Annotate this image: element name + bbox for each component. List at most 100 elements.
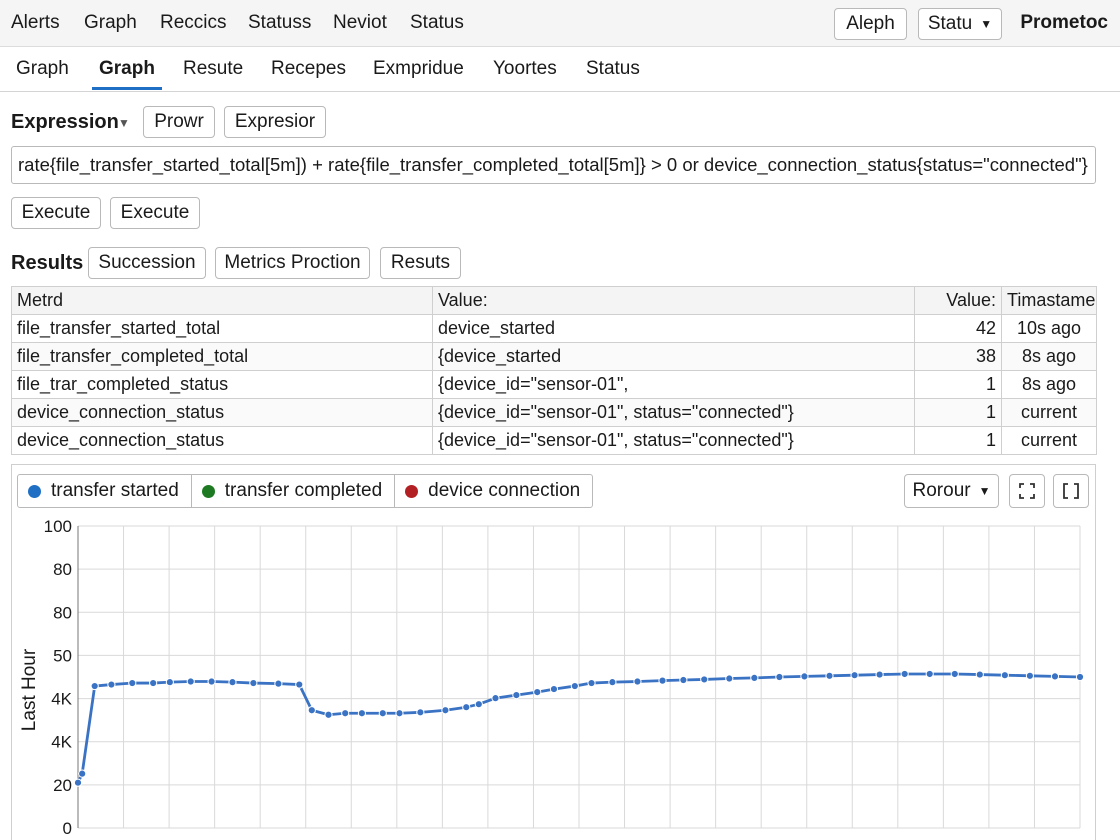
- table-row[interactable]: file_transfer_completed_total {device_st…: [11, 342, 1097, 371]
- data-point: [149, 678, 158, 688]
- cell-timestamp: 10s ago: [1001, 314, 1097, 343]
- cell-value: 1: [914, 370, 1002, 399]
- cell-timestamp: 8s ago: [1001, 342, 1097, 371]
- expression-caret-icon[interactable]: ▼: [118, 116, 130, 130]
- nav-statuss[interactable]: Statuss: [248, 12, 311, 34]
- col-header-metric: Metrd: [11, 286, 433, 315]
- tab-recepes[interactable]: Recepes: [271, 58, 346, 80]
- data-point: [800, 672, 809, 681]
- data-point: [295, 680, 304, 689]
- succession-button[interactable]: Succession: [88, 247, 206, 279]
- data-point: [357, 709, 366, 718]
- cell-value: 1: [914, 426, 1002, 455]
- data-point: [491, 694, 500, 703]
- y-tick-label: 80: [53, 560, 72, 579]
- status-dropdown[interactable]: Statu ▼: [918, 8, 1002, 40]
- data-point: [416, 708, 425, 717]
- data-point: [395, 709, 404, 718]
- legend-dot-green-icon: [201, 484, 215, 498]
- tab-graph-active[interactable]: Graph: [99, 58, 155, 80]
- prowr-button[interactable]: Prowr: [143, 106, 215, 138]
- nav-alerts[interactable]: Alerts: [11, 12, 60, 34]
- chevron-down-icon: ▼: [980, 17, 993, 31]
- tab-status[interactable]: Status: [586, 58, 640, 80]
- tab-graph-1[interactable]: Graph: [16, 58, 69, 80]
- data-point: [825, 671, 834, 680]
- resuts-button[interactable]: Resuts: [380, 247, 461, 279]
- legend-label-transfer-started: transfer started: [51, 480, 179, 501]
- table-row[interactable]: device_connection_status {device_id="sen…: [11, 398, 1097, 427]
- expression-input[interactable]: rate{file_transfer_started_total[5m]) + …: [11, 146, 1096, 184]
- data-point: [549, 684, 559, 694]
- legend-label-device-connection: device connection: [428, 480, 581, 501]
- y-axis-label: Last Hour: [19, 648, 40, 731]
- results-label: Results: [11, 252, 84, 274]
- status-dropdown-label: Statu: [927, 13, 973, 34]
- cell-timestamp: current: [1001, 426, 1097, 455]
- data-point: [165, 678, 174, 687]
- data-point: [274, 679, 283, 688]
- tab-yoortes[interactable]: Yoortes: [493, 58, 557, 80]
- legend-item-transfer-completed[interactable]: transfer completed: [192, 475, 396, 507]
- range-dropdown[interactable]: Rorour ▼: [904, 474, 999, 508]
- cell-labels: {device_id="sensor-01", status="connecte…: [432, 426, 915, 455]
- data-point: [378, 709, 387, 718]
- data-point: [1075, 672, 1085, 682]
- legend-label-transfer-completed: transfer completed: [224, 480, 383, 501]
- expresior-button[interactable]: Expresior: [224, 106, 326, 138]
- table-row[interactable]: device_connection_status {device_id="sen…: [11, 426, 1097, 455]
- nav-neviot[interactable]: Neviot: [333, 12, 387, 34]
- top-navbar: Alerts Graph Reccics Statuss Neviot Stat…: [0, 0, 1120, 47]
- data-point: [875, 670, 884, 679]
- cell-timestamp: 8s ago: [1001, 370, 1097, 399]
- data-point: [850, 671, 859, 680]
- execute-button-1[interactable]: Execute: [11, 197, 101, 229]
- nav-reccics[interactable]: Reccics: [160, 12, 227, 34]
- expression-label: Expression: [11, 111, 119, 133]
- nav-graph[interactable]: Graph: [84, 12, 137, 34]
- col-header-value: Value:: [432, 286, 915, 315]
- data-point: [925, 669, 934, 679]
- y-tick-label: 20: [53, 776, 72, 795]
- data-point: [608, 678, 617, 687]
- expand-icon[interactable]: [1009, 474, 1045, 508]
- y-tick-label: 4K: [51, 733, 72, 752]
- legend-item-device-connection[interactable]: device connection: [395, 475, 592, 507]
- legend-item-transfer-started[interactable]: transfer started: [18, 475, 192, 507]
- data-point: [186, 677, 195, 686]
- data-point: [73, 778, 83, 787]
- tab-exmpridue[interactable]: Exmpridue: [373, 58, 464, 80]
- data-point: [78, 769, 87, 778]
- data-point: [307, 706, 316, 715]
- data-point: [975, 670, 984, 679]
- cell-labels: device_started: [432, 314, 915, 343]
- cell-labels: {device_started: [432, 342, 915, 371]
- fullscreen-icon[interactable]: [1053, 474, 1089, 508]
- cell-metric: device_connection_status: [11, 426, 433, 455]
- execute-button-2[interactable]: Execute: [110, 197, 200, 229]
- data-point: [341, 709, 350, 718]
- aleph-button[interactable]: Aleph: [834, 8, 907, 40]
- data-point: [570, 681, 579, 691]
- active-tab-indicator: [92, 87, 162, 90]
- y-tick-label: 4K: [51, 690, 72, 709]
- data-point: [750, 673, 759, 683]
- data-point: [1000, 671, 1009, 680]
- y-tick-label: 0: [63, 819, 72, 838]
- data-point: [228, 678, 237, 687]
- tab-resute[interactable]: Resute: [183, 58, 243, 80]
- data-point: [775, 672, 784, 682]
- metrics-proction-button[interactable]: Metrics Proction: [215, 247, 370, 279]
- chevron-down-icon: ▼: [978, 484, 991, 498]
- cell-labels: {device_id="sensor-01", status="connecte…: [432, 398, 915, 427]
- line-chart: 0 20 4K 4K 50 80 80 100 Last Hour: [19, 517, 1085, 838]
- y-axis-ticks: 0 20 4K 4K 50 80 80 100: [44, 517, 73, 838]
- nav-status[interactable]: Status: [410, 12, 464, 34]
- cell-metric: file_transfer_completed_total: [11, 342, 433, 371]
- table-row[interactable]: file_transfer_started_total device_start…: [11, 314, 1097, 343]
- data-point: [900, 669, 909, 679]
- data-point: [441, 706, 450, 715]
- data-point: [700, 675, 709, 684]
- data-point: [474, 700, 483, 709]
- table-row[interactable]: file_trar_completed_status {device_id="s…: [11, 370, 1097, 399]
